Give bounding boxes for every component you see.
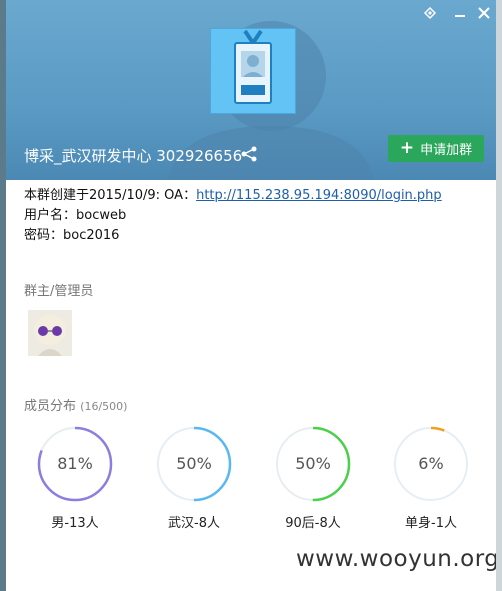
member-stat-3: 6% 单身-1人 [391,424,471,531]
pin-icon[interactable] [420,6,440,24]
stat-label: 男-13人 [51,516,99,531]
stat-percent: 6% [418,454,444,473]
plus-icon: + [399,138,415,158]
stat-label: 单身-1人 [405,516,457,531]
admins-label: 群主/管理员 [24,284,94,299]
members-label: 成员分布 (16/500) [24,395,127,414]
members-count: (16/500) [80,400,128,413]
member-stat-0: 81% 男-13人 [35,424,115,531]
stat-label: 90后-8人 [285,516,341,531]
created-text: 本群创建于2015/10/9: OA： [24,188,197,203]
info-line-created: 本群创建于2015/10/9: OA：http://115.238.95.194… [24,186,442,206]
id-badge-icon [234,29,272,104]
member-stat-1: 50% 武汉-8人 [154,424,234,531]
group-profile-window: 博采_武汉研发中心 302926656 + 申请加群 本群创建于2015/10/… [6,0,496,591]
info-line-username: 用户名：bocweb [24,208,127,223]
join-group-button[interactable]: + 申请加群 [388,135,484,162]
members-label-text: 成员分布 [24,399,77,414]
member-stat-2: 50% 90后-8人 [273,424,353,531]
close-icon[interactable] [474,6,494,24]
group-info: 本群创建于2015/10/9: OA：http://115.238.95.194… [24,186,442,246]
info-line-password: 密码：boc2016 [24,228,120,243]
minimize-icon[interactable] [450,6,470,24]
stat-percent: 50% [176,454,212,473]
stat-percent: 81% [57,454,93,473]
stat-percent: 50% [295,454,331,473]
join-group-label: 申请加群 [420,143,473,158]
background-right [496,0,502,591]
oa-link[interactable]: http://115.238.95.194:8090/login.php [196,188,442,203]
group-title: 博采_武汉研发中心 302926656 [24,147,243,165]
stat-label: 武汉-8人 [168,516,220,531]
group-avatar[interactable] [210,28,296,114]
header-banner: 博采_武汉研发中心 302926656 + 申请加群 [6,0,496,180]
admin-avatar[interactable] [28,310,72,356]
watermark: www.wooyun.org [296,546,496,572]
share-icon[interactable] [240,146,258,162]
